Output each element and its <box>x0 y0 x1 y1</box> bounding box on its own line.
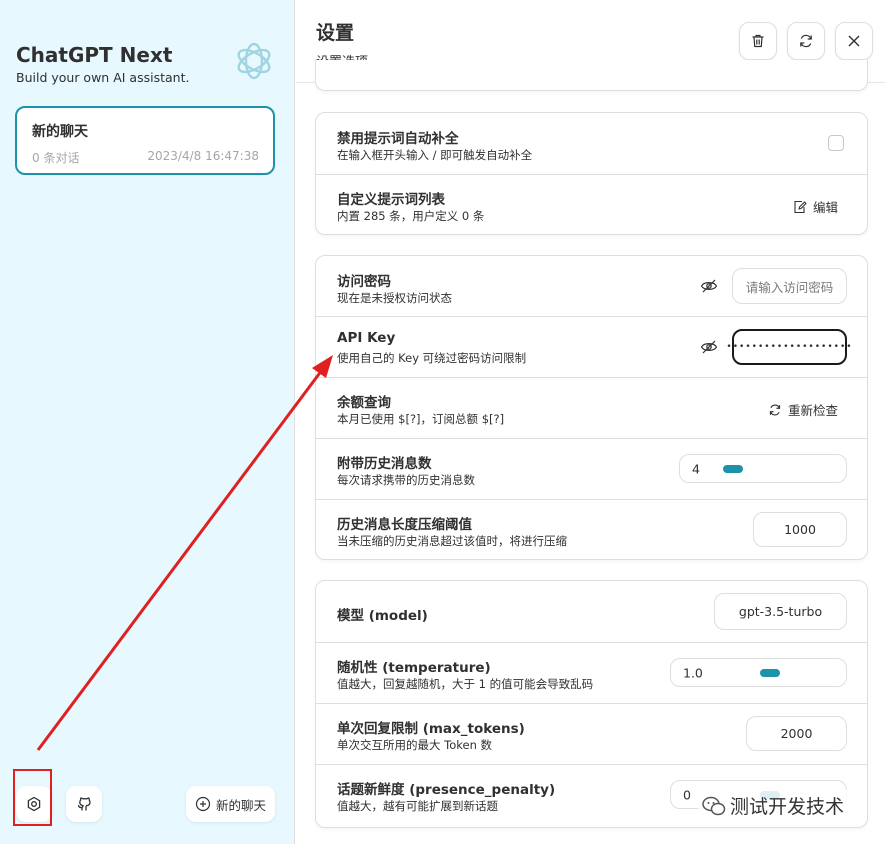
setting-desc: 每次请求携带的历史消息数 <box>337 473 475 487</box>
prompt-settings-card: 禁用提示词自动补全 在输入框开头输入 / 即可触发自动补全 自定义提示词列表 内… <box>315 112 868 235</box>
access-code-input[interactable]: 请输入访问密码 <box>732 268 847 304</box>
sidebar: ChatGPT Next Build your own AI assistant… <box>0 0 295 844</box>
setting-row-api-key: API Key 使用自己的 Key 可绕过密码访问限制 ••••••••••••… <box>316 317 867 378</box>
settings-panel: 设置 设置选项 禁用提示词自动补全 在输入框开头输入 / 即可触发自动补全 自定… <box>296 0 885 844</box>
setting-desc: 在输入框开头输入 / 即可触发自动补全 <box>337 148 533 162</box>
watermark: 测试开发技术 <box>698 790 849 821</box>
setting-title: 单次回复限制 (max_tokens) <box>337 721 525 737</box>
setting-title: 禁用提示词自动补全 <box>337 131 459 147</box>
setting-desc: 本月已使用 $[?]，订阅总额 $[?] <box>337 412 505 426</box>
clear-data-button[interactable] <box>739 22 777 60</box>
setting-row-model: 模型 (model) gpt-3.5-turbo <box>316 581 867 643</box>
slider-thumb[interactable] <box>723 464 743 473</box>
max-tokens-input[interactable]: 2000 <box>746 716 847 751</box>
slider-value: 1.0 <box>683 665 703 680</box>
add-circle-icon <box>195 796 211 812</box>
openai-logo-icon <box>237 42 271 80</box>
watermark-text: 测试开发技术 <box>730 796 845 818</box>
github-icon <box>77 797 91 811</box>
close-icon <box>848 35 860 47</box>
refresh-icon <box>769 404 781 415</box>
page-title: 设置 <box>316 22 355 44</box>
wechat-icon <box>702 796 726 815</box>
disable-autocomplete-checkbox[interactable] <box>828 135 844 151</box>
close-button[interactable] <box>835 22 873 60</box>
gear-icon <box>27 796 41 812</box>
setting-title: 自定义提示词列表 <box>337 192 445 208</box>
edit-prompts-button[interactable]: 编辑 <box>793 197 838 216</box>
setting-title: 模型 (model) <box>337 608 428 624</box>
compress-threshold-input[interactable]: 1000 <box>753 512 847 547</box>
setting-row-temperature: 随机性 (temperature) 值越大，回复越随机，大于 1 的值可能会导致… <box>316 643 867 704</box>
settings-button[interactable] <box>16 786 52 822</box>
settings-card-scrolled <box>315 60 868 91</box>
new-chat-label: 新的聊天 <box>215 797 266 813</box>
reset-button[interactable] <box>787 22 825 60</box>
history-count-slider[interactable]: 4 <box>679 454 847 483</box>
eye-icon[interactable] <box>700 338 718 356</box>
setting-desc: 值越大，越有可能扩展到新话题 <box>337 799 498 813</box>
app-title: ChatGPT Next <box>16 43 173 67</box>
setting-row-max-tokens: 单次回复限制 (max_tokens) 单次交互所用的最大 Token 数 20… <box>316 704 867 765</box>
setting-title: 随机性 (temperature) <box>337 660 491 676</box>
setting-title: 余额查询 <box>337 395 391 411</box>
setting-row-access-code: 访问密码 现在是未授权访问状态 请输入访问密码 <box>316 256 867 317</box>
new-chat-button[interactable]: 新的聊天 <box>186 786 275 822</box>
api-key-input[interactable]: •••••••••••••••••••• <box>726 329 852 365</box>
temperature-slider[interactable]: 1.0 <box>670 658 847 687</box>
slider-thumb[interactable] <box>760 668 780 677</box>
setting-title: 访问密码 <box>337 274 391 290</box>
recheck-usage-button[interactable]: 重新检查 <box>768 400 838 419</box>
setting-desc: 当未压缩的历史消息超过该值时，将进行压缩 <box>337 534 567 548</box>
access-settings-card: 访问密码 现在是未授权访问状态 请输入访问密码 API Key 使用自己的 Ke… <box>315 255 868 560</box>
setting-desc: 单次交互所用的最大 Token 数 <box>337 738 493 752</box>
setting-row-custom-prompts: 自定义提示词列表 内置 285 条，用户定义 0 条 编辑 <box>316 175 867 234</box>
setting-desc: 内置 285 条，用户定义 0 条 <box>337 209 485 223</box>
eye-icon[interactable] <box>700 277 718 295</box>
setting-row-usage: 余额查询 本月已使用 $[?]，订阅总额 $[?] 重新检查 <box>316 378 867 439</box>
slider-value: 4 <box>692 461 700 476</box>
setting-title: 话题新鲜度 (presence_penalty) <box>337 782 556 798</box>
chat-list-item[interactable]: 新的聊天 0 条对话 2023/4/8 16:47:38 <box>15 106 275 175</box>
chat-item-time: 2023/4/8 16:47:38 <box>147 149 259 163</box>
slider-value: 0 <box>683 787 691 802</box>
setting-desc: 使用自己的 Key 可绕过密码访问限制 <box>337 351 527 365</box>
setting-desc: 现在是未授权访问状态 <box>337 291 452 305</box>
refresh-icon <box>800 34 812 48</box>
edit-icon <box>794 200 807 213</box>
setting-row-history-count: 附带历史消息数 每次请求携带的历史消息数 4 <box>316 439 867 500</box>
edit-label: 编辑 <box>813 200 839 215</box>
setting-row-compress-threshold: 历史消息长度压缩阈值 当未压缩的历史消息超过该值时，将进行压缩 1000 <box>316 500 867 559</box>
chat-item-count: 0 条对话 <box>32 151 80 165</box>
app-subtitle: Build your own AI assistant. <box>16 70 190 85</box>
trash-icon <box>752 34 764 48</box>
setting-title: 历史消息长度压缩阈值 <box>337 517 472 533</box>
setting-desc: 值越大，回复越随机，大于 1 的值可能会导致乱码 <box>337 677 594 691</box>
github-button[interactable] <box>66 786 102 822</box>
model-select[interactable]: gpt-3.5-turbo <box>714 593 847 630</box>
setting-title: 附带历史消息数 <box>337 456 432 472</box>
setting-row-disable-autocomplete: 禁用提示词自动补全 在输入框开头输入 / 即可触发自动补全 <box>316 113 867 175</box>
chat-item-title: 新的聊天 <box>32 124 88 140</box>
setting-title: API Key <box>337 330 396 346</box>
recheck-label: 重新检查 <box>788 403 839 418</box>
